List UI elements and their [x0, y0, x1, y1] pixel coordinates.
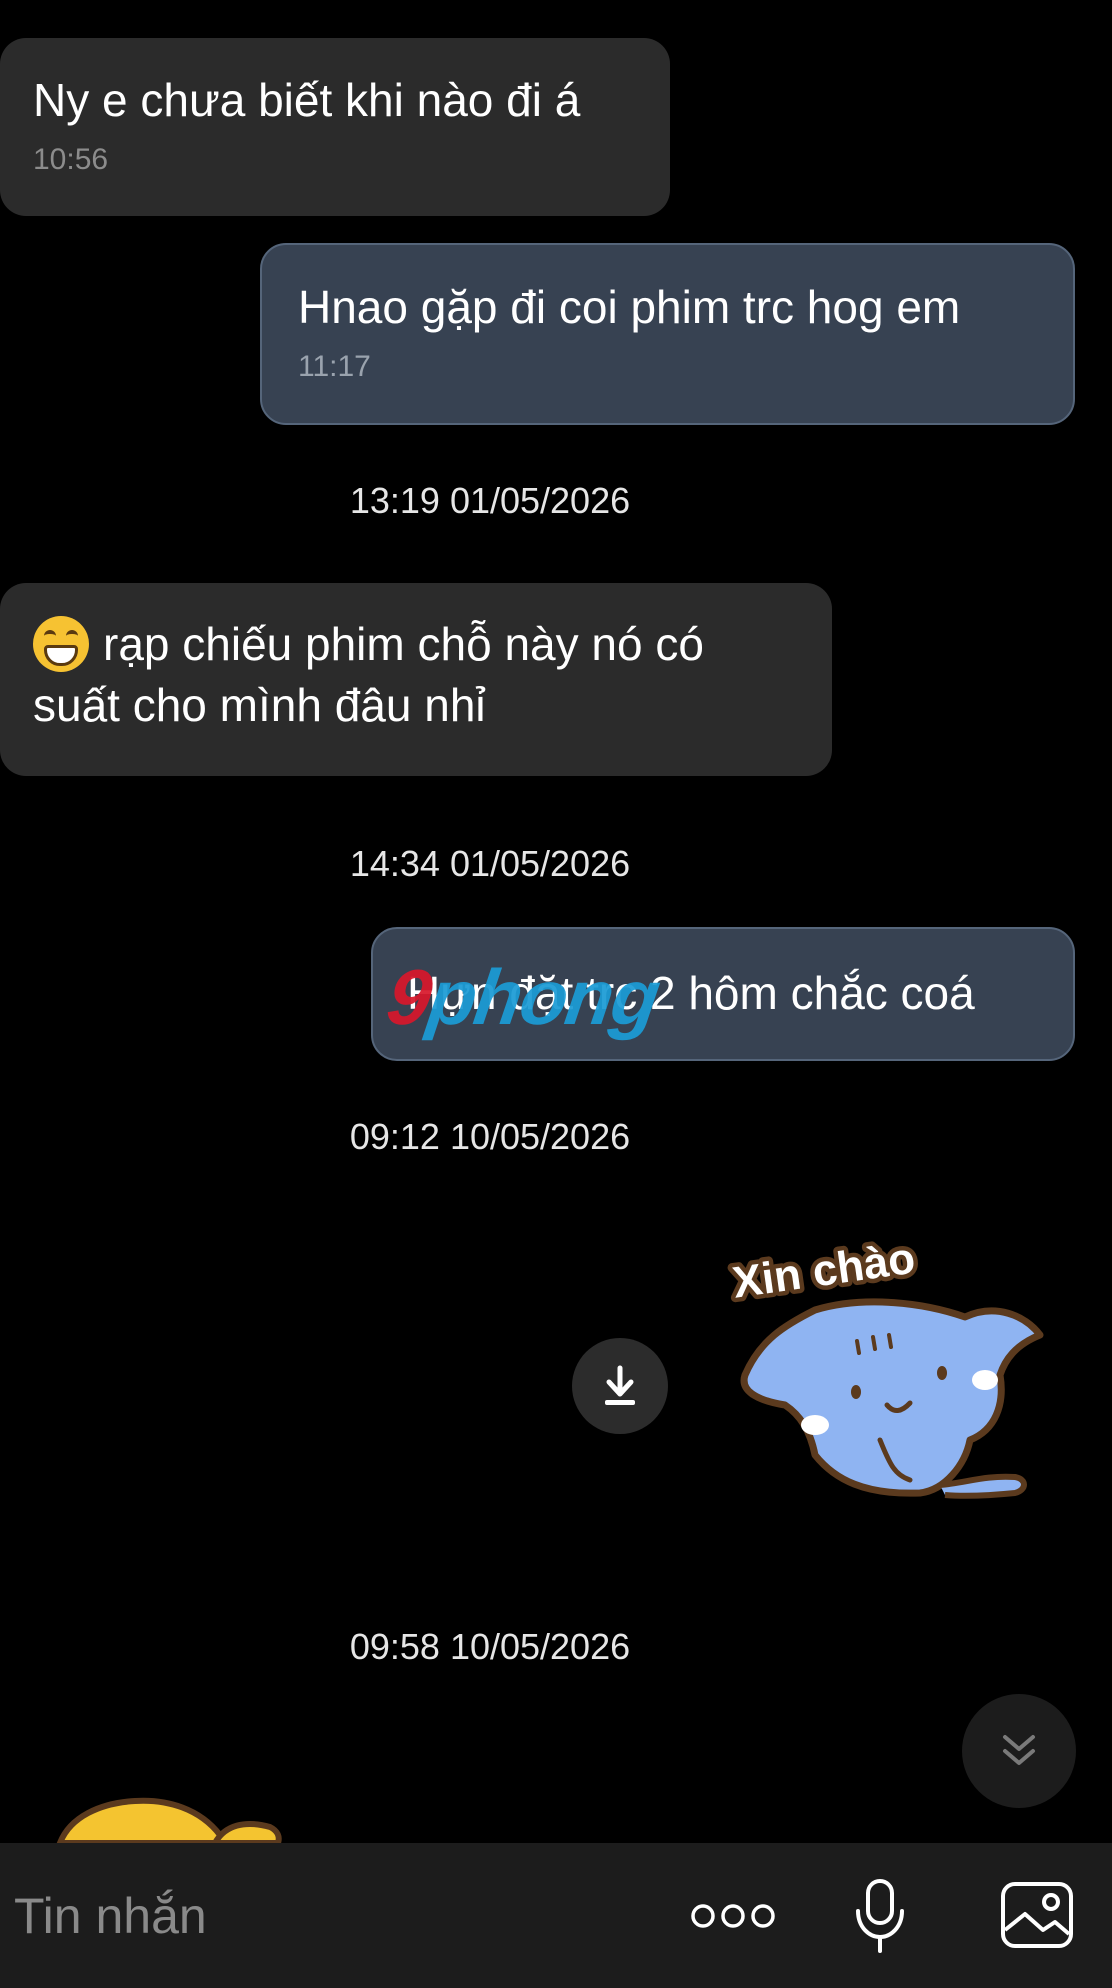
- message-bubble-outgoing[interactable]: Hnao gặp đi coi phim trc hog em 11:17: [260, 243, 1075, 425]
- microphone-icon: [856, 1879, 904, 1953]
- message-text: Hnao gặp đi coi phim trc hog em: [298, 281, 961, 333]
- date-divider: 13:19 01/05/2026: [349, 480, 631, 521]
- image-gallery-icon: [1001, 1882, 1073, 1948]
- grinning-face-icon: [33, 615, 89, 672]
- date-divider: 09:12 10/05/2026: [349, 1116, 631, 1157]
- double-chevron-down-icon: [1003, 1735, 1035, 1765]
- scroll-to-bottom-button[interactable]: [962, 1694, 1076, 1808]
- sticker-caption: Xin chào: [730, 1234, 918, 1308]
- message-time: 10:56: [33, 143, 109, 176]
- more-options-button[interactable]: [688, 1881, 778, 1951]
- sticker-image: Xin chào: [725, 1229, 1044, 1499]
- sticker-image: [56, 1797, 282, 1843]
- message-time: 11:17: [298, 350, 371, 383]
- date-divider: 14:34 01/05/2026: [349, 843, 631, 884]
- download-button[interactable]: [572, 1338, 668, 1434]
- date-divider: 09:58 10/05/2026: [349, 1626, 631, 1667]
- sticker[interactable]: Xin chào: [715, 1225, 1055, 1545]
- more-dots-icon: [691, 1904, 775, 1928]
- message-line: rạp chiếu phim chỗ này nó có: [33, 615, 832, 676]
- message-line: suất cho mình đâu nhỉ: [33, 678, 486, 731]
- voice-record-button[interactable]: [840, 1871, 920, 1961]
- download-icon: [605, 1365, 635, 1405]
- message-bubble-incoming[interactable]: rạp chiếu phim chỗ này nó có suất cho mì…: [0, 583, 832, 776]
- message-bubble-incoming[interactable]: Ny e chưa biết khi nào đi á 10:56: [0, 38, 670, 216]
- message-input[interactable]: Tin nhắn: [14, 1887, 207, 1945]
- sticker-partial[interactable]: [50, 1795, 290, 1843]
- attach-image-button[interactable]: [995, 1873, 1079, 1957]
- message-input-bar: Tin nhắn: [0, 1843, 1112, 1988]
- watermark-logo: 9phong: [381, 953, 664, 1041]
- message-text: Ny e chưa biết khi nào đi á: [33, 74, 581, 126]
